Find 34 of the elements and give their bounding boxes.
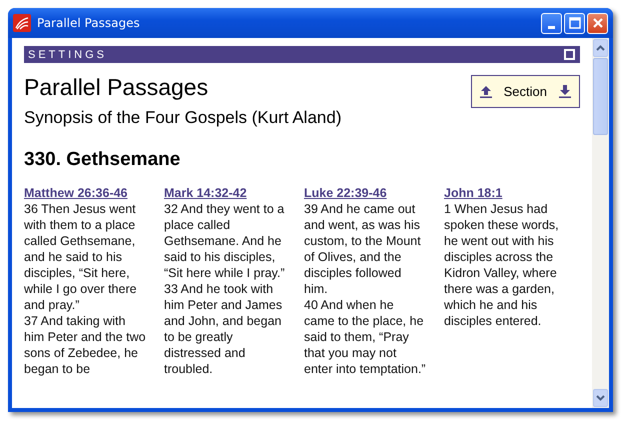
page-title: Parallel Passages bbox=[24, 73, 210, 101]
scroll-up-button[interactable] bbox=[593, 39, 608, 57]
passage-reference-link[interactable]: Mark 14:32-42 bbox=[164, 185, 286, 201]
settings-label: SETTINGS bbox=[28, 48, 108, 60]
section-navigation-button[interactable]: Section bbox=[470, 75, 580, 108]
passage-reference-link[interactable]: Luke 22:39-46 bbox=[304, 185, 426, 201]
passage-reference-link[interactable]: Matthew 26:36-46 bbox=[24, 185, 146, 201]
minimize-icon bbox=[548, 26, 555, 28]
chevron-up-icon bbox=[596, 45, 605, 51]
vertical-scrollbar[interactable] bbox=[592, 38, 609, 408]
chevron-down-icon bbox=[596, 395, 605, 401]
verse-text: 37 And taking with him Peter and the two sons of Zebedee, he began to be bbox=[24, 313, 146, 377]
app-logo-icon bbox=[13, 14, 31, 32]
up-arrow-icon[interactable] bbox=[480, 85, 492, 98]
down-arrow-icon[interactable] bbox=[559, 85, 571, 98]
verse-text: 33 And he took with him Peter and James and John, and began to be greatly distressed and troubled. bbox=[164, 281, 284, 377]
expand-icon[interactable] bbox=[564, 49, 575, 60]
scroll-thumb[interactable] bbox=[593, 58, 608, 135]
section-heading: 330. Gethsemane bbox=[24, 149, 182, 171]
close-button[interactable] bbox=[587, 12, 608, 34]
page-subtitle: Synopsis of the Four Gospels (Kurt Aland) bbox=[24, 108, 342, 128]
window-title: Parallel Passages bbox=[37, 16, 141, 30]
verse-text: 36 Then Jesus went with them to a place called Gethsemane, and he said to his disciples, “Sit here, while I go over there and pray.” bbox=[24, 201, 138, 313]
passage-reference-link[interactable]: John 18:1 bbox=[444, 185, 566, 201]
verse-text: 39 And he came out and went, as was his custom, to the Mount of Olives, and the disciples followed him. bbox=[304, 201, 422, 297]
verse-text: 1 When Jesus had spoken these words, he went out with his disciples across the Kidron Valley, where there was a garden, which he and his disciples entered. bbox=[444, 201, 560, 329]
minimize-button[interactable] bbox=[541, 12, 562, 34]
close-icon bbox=[592, 17, 604, 29]
maximize-button[interactable] bbox=[564, 12, 585, 34]
verse-text: 32 And they went to a place called Gethsemane. And he said to his disciples, “Sit here while I pray.” bbox=[164, 201, 286, 281]
settings-bar[interactable]: SETTINGS bbox=[24, 46, 580, 63]
verse-text: 40 And when he came to the place, he said to them, “Pray that you may not enter into temptation.” bbox=[304, 297, 426, 377]
scroll-down-button[interactable] bbox=[593, 389, 608, 407]
maximize-icon bbox=[568, 17, 580, 29]
